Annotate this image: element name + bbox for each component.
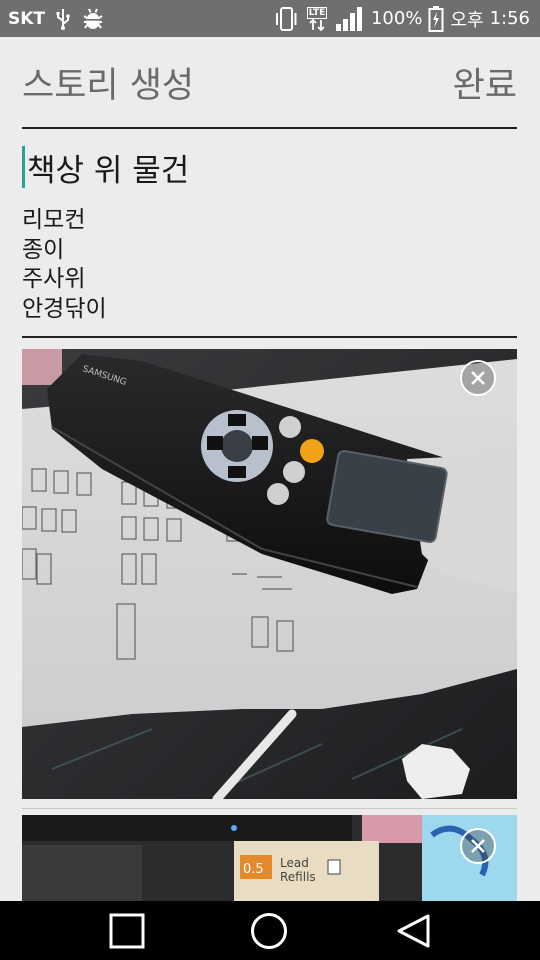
story-title-text: 책상 위 물건 [27, 152, 190, 189]
home-button[interactable] [232, 901, 306, 960]
time-ampm: 오후 [450, 9, 484, 31]
photo-lead-refills[interactable]: 0.5 Lead Refills [22, 815, 517, 901]
page-title: 스토리 생성 [22, 65, 195, 106]
story-body-line: 종이 [22, 236, 65, 263]
carrier-label: SKT [8, 8, 46, 29]
recents-button[interactable] [90, 901, 164, 960]
remove-photo-button[interactable] [460, 360, 496, 396]
bug-icon [81, 8, 105, 30]
vibrate-icon [273, 6, 299, 32]
story-body-line: 안경닦이 [22, 295, 107, 322]
remove-photo-button[interactable] [460, 828, 496, 864]
photo-remote-image: SAMSUNG [22, 349, 517, 799]
refills-word-text: Refills [280, 870, 316, 884]
close-icon [470, 838, 486, 854]
photo-divider [22, 808, 517, 809]
lte-icon: LTE [305, 6, 329, 31]
story-body-line: 리모컨 [22, 207, 86, 233]
status-bar: SKT LTE 100% 오후 1:56 [0, 0, 540, 37]
home-icon [250, 912, 288, 950]
usb-icon [55, 8, 71, 30]
back-icon [395, 913, 431, 949]
lead-word-text: Lead [280, 856, 309, 870]
story-title-input[interactable]: 책상 위 물건 [22, 145, 517, 189]
close-icon [470, 370, 486, 386]
text-cursor [22, 146, 25, 188]
battery-percent: 100% [370, 8, 423, 29]
battery-charging-icon [428, 5, 444, 33]
photo-lead-refills-image: 0.5 Lead Refills [22, 815, 517, 901]
time-clock: 1:56 [489, 8, 530, 29]
recents-icon [109, 913, 145, 949]
done-button[interactable]: 완료 [453, 57, 517, 108]
lead-size-text: 0.5 [243, 862, 264, 877]
story-body-input[interactable]: 리모컨 종이 주사위 안경닦이 [22, 206, 517, 338]
photo-remote-on-paper[interactable]: SAMSUNG [22, 349, 517, 799]
navigation-bar [0, 901, 540, 960]
app-header: 스토리 생성 완료 [22, 37, 517, 129]
lte-label: LTE [306, 6, 328, 19]
signal-icon [335, 6, 365, 32]
story-body-line: 주사위 [22, 266, 86, 292]
back-button[interactable] [376, 901, 450, 960]
